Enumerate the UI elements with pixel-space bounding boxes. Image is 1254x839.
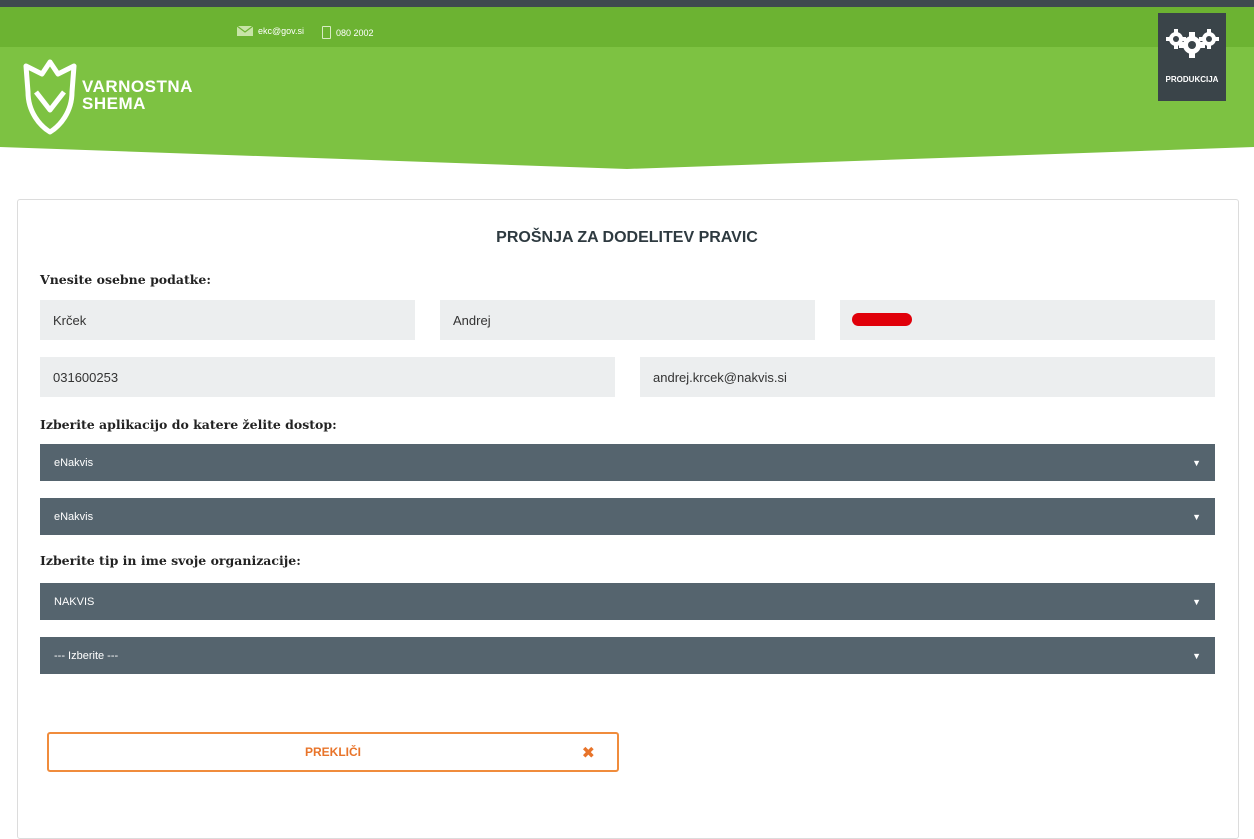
phone-field[interactable]: 031600253 (40, 357, 615, 397)
dropdown-arrow-icon: ▼ (1192, 650, 1201, 661)
cancel-button-label: PREKLIČI (304, 745, 361, 759)
contact-phone-text: 080 2002 (336, 27, 374, 38)
phone-icon (322, 26, 331, 39)
application-label: Izberite aplikacijo do katere želite dos… (40, 417, 337, 432)
logo-line-2: SHEMA (82, 94, 146, 113)
environment-label: PRODUKCIJA (1165, 75, 1219, 84)
dropdown-arrow-icon: ▼ (1192, 596, 1201, 607)
gears-icon (1166, 29, 1219, 58)
redaction-mark (852, 313, 912, 326)
environment-badge: PRODUKCIJA (1158, 13, 1226, 101)
organization-type-select[interactable]: NAKVIS ▼ (40, 583, 1215, 620)
dropdown-arrow-icon: ▼ (1192, 457, 1201, 468)
contact-email[interactable]: ekc@gov.si (237, 26, 304, 36)
logo-text: VARNOSTNA SHEMA (82, 78, 193, 112)
cancel-button[interactable]: PREKLIČI ✖ (47, 732, 619, 772)
organization-name-value: --- Izberite --- (54, 649, 119, 662)
contact-email-text: ekc@gov.si (258, 26, 304, 36)
application-select-2[interactable]: eNakvis ▼ (40, 498, 1215, 535)
dropdown-arrow-icon: ▼ (1192, 511, 1201, 522)
application-select-2-value: eNakvis (54, 510, 94, 523)
personal-data-label: Vnesite osebne podatke: (40, 272, 211, 287)
organization-label: Izberite tip in ime svoje organizacije: (40, 553, 301, 568)
email-field[interactable]: andrej.krcek@nakvis.si (640, 357, 1215, 397)
surname-field[interactable]: Krček (40, 300, 415, 340)
page-title: PROŠNJA ZA DODELITEV PRAVIC (496, 229, 758, 246)
application-select-1-value: eNakvis (54, 456, 94, 469)
top-border (0, 0, 1254, 7)
organization-name-select[interactable]: --- Izberite --- ▼ (40, 637, 1215, 674)
first-name-field[interactable]: Andrej (440, 300, 815, 340)
organization-type-value: NAKVIS (54, 595, 95, 608)
mail-icon (237, 26, 253, 36)
shield-logo-icon (23, 59, 77, 135)
contact-bar: ekc@gov.si 080 2002 (0, 7, 1254, 47)
contact-phone[interactable]: 080 2002 (322, 26, 374, 39)
application-select-1[interactable]: eNakvis ▼ (40, 444, 1215, 481)
close-icon: ✖ (581, 743, 595, 762)
logo-line-1: VARNOSTNA (82, 77, 193, 96)
